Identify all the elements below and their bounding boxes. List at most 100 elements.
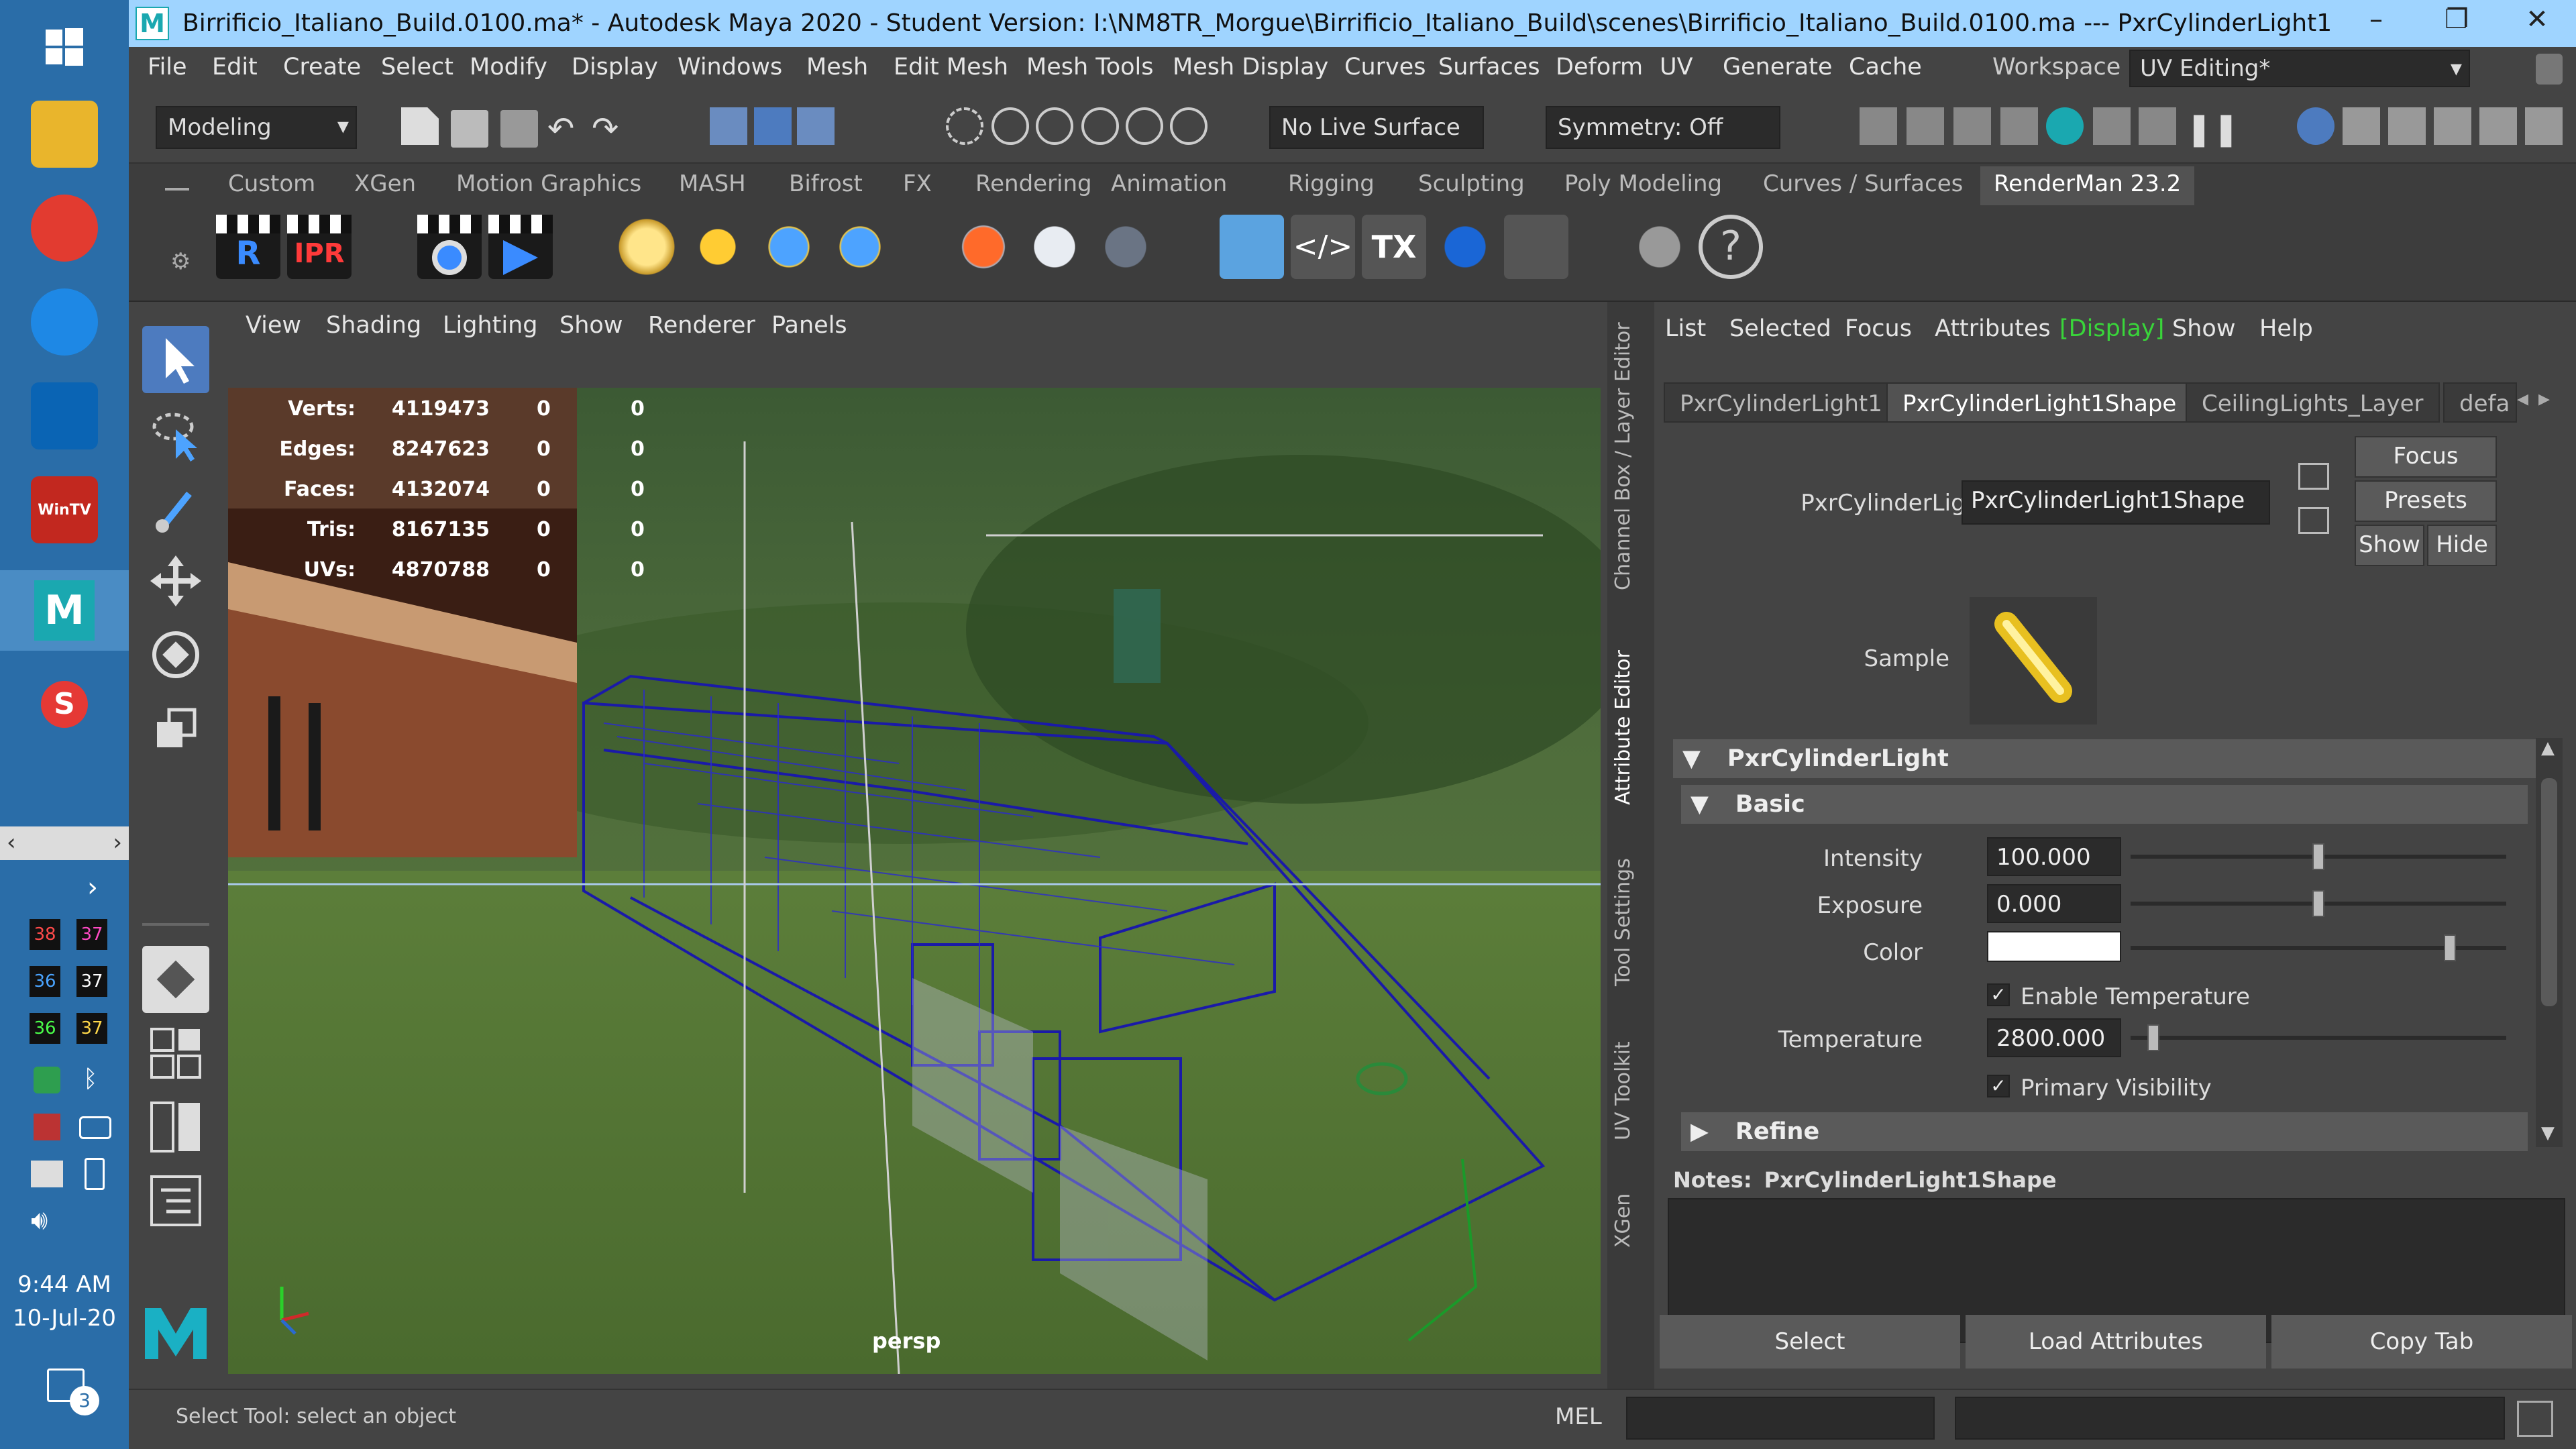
load-attributes-button[interactable]: Load Attributes	[1966, 1315, 2266, 1368]
menu-mesh-display[interactable]: Mesh Display	[1173, 54, 1328, 80]
menuset-dropdown[interactable]: Modeling ▾	[156, 106, 357, 149]
viewport-menu-lighting[interactable]: Lighting	[443, 312, 537, 339]
menu-curves[interactable]: Curves	[1344, 54, 1426, 80]
intensity-slider-knob[interactable]	[2312, 843, 2324, 870]
shelf-tab-bifrost[interactable]: Bifrost	[789, 170, 863, 197]
single-perspective-layout-icon[interactable]	[142, 946, 209, 1013]
pause-icon[interactable]: ❚❚	[2186, 110, 2239, 148]
pxr-pattern-icon[interactable]	[1093, 215, 1158, 279]
color-slider[interactable]	[2131, 934, 2506, 961]
temperature-field[interactable]: 2800.000	[1987, 1018, 2121, 1057]
command-language-label[interactable]: MEL	[1555, 1403, 1602, 1430]
bluetooth-icon[interactable]: ᛒ	[83, 1065, 98, 1093]
pxr-primitive-icon[interactable]	[1220, 215, 1284, 279]
wintv-icon[interactable]: WinTV	[31, 476, 98, 543]
pxr-volume-icon[interactable]	[1022, 215, 1087, 279]
tab-channel-box[interactable]: Channel Box / Layer Editor	[1611, 322, 1635, 590]
menu-mesh[interactable]: Mesh	[806, 54, 868, 80]
outlook-icon[interactable]	[31, 382, 98, 449]
restore-button[interactable]: ❐	[2423, 4, 2490, 43]
focus-button[interactable]: Focus	[2355, 436, 2497, 478]
taskbar-date[interactable]: 10-Jul-20	[0, 1305, 129, 1332]
menu-deform[interactable]: Deform	[1556, 54, 1643, 80]
menu-create[interactable]: Create	[283, 54, 361, 80]
ae-menu-help[interactable]: Help	[2259, 315, 2313, 342]
script-editor-icon[interactable]	[2517, 1401, 2553, 1437]
menu-display[interactable]: Display	[572, 54, 658, 80]
ae-tab-layer[interactable]: CeilingLights_Layer	[2186, 382, 2440, 423]
snap-point-icon[interactable]	[1036, 107, 1073, 145]
ae-tab-transform[interactable]: PxrCylinderLight1	[1664, 382, 1898, 423]
render-pass-icon[interactable]	[2139, 107, 2176, 145]
renderman-ipr-button[interactable]: IPR	[287, 215, 352, 279]
section-refine[interactable]: ▶ Refine	[1681, 1112, 2528, 1151]
intensity-slider[interactable]	[2131, 843, 2506, 870]
pxr-surface-material-icon[interactable]	[951, 215, 1016, 279]
menu-mesh-tools[interactable]: Mesh Tools	[1026, 54, 1154, 80]
ae-menu-selected[interactable]: Selected	[1729, 315, 1831, 342]
drive-icon[interactable]	[79, 1116, 111, 1139]
shelf-tab-rigging[interactable]: Rigging	[1288, 170, 1375, 197]
shelf-tab-curves-surfaces[interactable]: Curves / Surfaces	[1763, 170, 1963, 197]
character-controls-icon[interactable]	[2388, 107, 2426, 145]
render-view-icon[interactable]	[2000, 107, 2038, 145]
ae-menu-show[interactable]: Show	[2172, 315, 2235, 342]
snap-grid-icon[interactable]	[946, 107, 983, 145]
select-object-icon[interactable]	[754, 107, 792, 145]
paint-select-tool-icon[interactable]	[142, 474, 209, 541]
shelf-tab-motion-graphics[interactable]: Motion Graphics	[456, 170, 641, 197]
thunderbird-icon[interactable]	[31, 288, 98, 356]
viewport-menu-panels[interactable]: Panels	[771, 312, 847, 339]
preferences-icon[interactable]	[1627, 215, 1692, 279]
txmanager-icon[interactable]: TX	[1362, 215, 1426, 279]
symmetry-dropdown[interactable]: Symmetry: Off	[1546, 106, 1780, 149]
chrome-icon[interactable]	[31, 195, 98, 262]
windows-start-icon[interactable]	[31, 13, 98, 80]
file-explorer-icon[interactable]	[31, 101, 98, 168]
menu-file[interactable]: File	[148, 54, 187, 80]
ae-tab-default[interactable]: defa	[2443, 382, 2517, 423]
menu-generate[interactable]: Generate	[1723, 54, 1832, 80]
render-frame-icon[interactable]	[1907, 107, 1944, 145]
viewport-menu-shading[interactable]: Shading	[326, 312, 421, 339]
outliner-icon[interactable]	[142, 1167, 209, 1234]
viewport-menu-show[interactable]: Show	[559, 312, 623, 339]
workspace-dropdown[interactable]: UV Editing* ▾	[2129, 50, 2470, 87]
ae-menu-focus[interactable]: Focus	[1845, 315, 1912, 342]
exposure-slider-knob[interactable]	[2312, 890, 2324, 917]
select-component-icon[interactable]	[797, 107, 835, 145]
attribute-editor-toggle-icon[interactable]	[2434, 107, 2471, 145]
user-icon[interactable]	[2297, 107, 2334, 145]
snap-curve-icon[interactable]	[991, 107, 1029, 145]
ae-scrollbar[interactable]: ▲ ▼	[2536, 738, 2563, 1147]
select-button[interactable]: Select	[1660, 1315, 1960, 1368]
help-icon[interactable]: ?	[1699, 215, 1763, 279]
render-settings-icon[interactable]	[1860, 107, 1897, 145]
section-basic[interactable]: ▼ Basic	[1681, 785, 2528, 824]
volume-icon[interactable]: 🔊︎	[31, 1205, 48, 1236]
menu-cache[interactable]: Cache	[1849, 54, 1922, 80]
code-icon[interactable]: </>	[1291, 215, 1355, 279]
ae-menu-display[interactable]: [Display]	[2059, 315, 2164, 342]
tab-xgen[interactable]: XGen	[1611, 1193, 1635, 1248]
tab-attribute-editor[interactable]: Attribute Editor	[1611, 650, 1635, 805]
snap-projected-icon[interactable]	[1081, 107, 1119, 145]
scroll-up-icon[interactable]: ▲	[2541, 738, 2555, 758]
shelf-menu-icon[interactable]	[165, 188, 189, 191]
node-name-field[interactable]: PxrCylinderLight1Shape	[1962, 480, 2270, 525]
color-slider-knob[interactable]	[2444, 934, 2456, 961]
shelf-tab-poly-modeling[interactable]: Poly Modeling	[1564, 170, 1722, 197]
menu-modify[interactable]: Modify	[470, 54, 547, 80]
lasso-tool-icon[interactable]	[142, 400, 209, 467]
channel-box-toggle-icon[interactable]	[2525, 107, 2563, 145]
new-scene-icon[interactable]	[401, 107, 439, 145]
menu-edit[interactable]: Edit	[212, 54, 258, 80]
menu-select[interactable]: Select	[381, 54, 453, 80]
temperature-slider-knob[interactable]	[2147, 1024, 2159, 1051]
menu-uv[interactable]: UV	[1660, 54, 1693, 80]
live-surface-field[interactable]: No Live Surface	[1269, 106, 1484, 149]
select-hierarchy-icon[interactable]	[710, 107, 747, 145]
close-button[interactable]: ✕	[2504, 4, 2571, 43]
rotate-tool-icon[interactable]	[142, 621, 209, 688]
make-live-icon[interactable]	[1170, 107, 1208, 145]
